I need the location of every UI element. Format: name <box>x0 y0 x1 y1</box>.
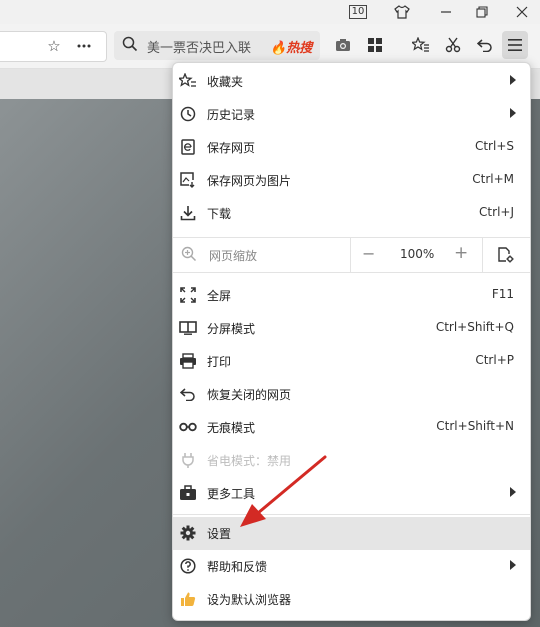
annotation-arrow-icon <box>240 455 327 527</box>
